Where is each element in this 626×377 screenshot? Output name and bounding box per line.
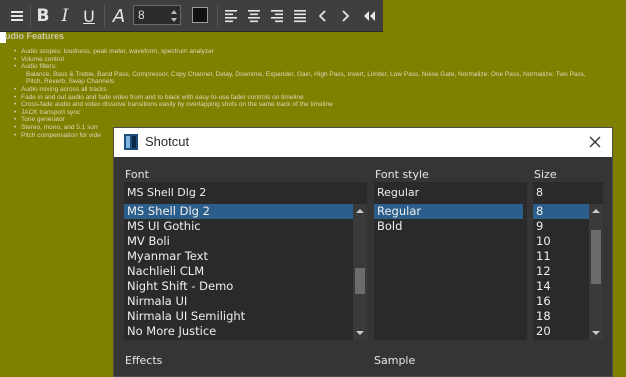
font-style-list[interactable]: Regular Bold bbox=[374, 204, 527, 340]
chevron-right-icon[interactable] bbox=[338, 6, 352, 26]
font-label: Font bbox=[125, 168, 149, 181]
list-item: • Audio filters: Balance, Bass & Treble, … bbox=[14, 63, 626, 86]
font-list-item[interactable]: Myanmar Text bbox=[124, 249, 367, 264]
size-label: Size bbox=[534, 168, 557, 181]
sample-label: Sample bbox=[374, 354, 416, 367]
list-item: • Volume control bbox=[14, 55, 64, 63]
spin-arrows-icon[interactable] bbox=[170, 8, 178, 24]
size-list[interactable]: 8 9 10 11 12 14 16 18 20 bbox=[533, 204, 603, 340]
font-field[interactable]: MS Shell Dlg 2 bbox=[124, 182, 367, 205]
scroll-up-icon[interactable] bbox=[355, 206, 365, 216]
underline-button[interactable]: U bbox=[80, 6, 98, 26]
toolbar-separator bbox=[104, 5, 105, 27]
scroll-thumb[interactable] bbox=[355, 268, 365, 294]
toolbar-separator bbox=[30, 5, 31, 27]
document-heading[interactable]: udio Features bbox=[5, 31, 64, 41]
text-color-swatch[interactable] bbox=[192, 7, 208, 23]
font-style-list-item[interactable]: Regular bbox=[374, 204, 523, 219]
list-item: • Tone generator bbox=[14, 116, 65, 124]
list-subitem: Pitch, Reverb, Swap Channels bbox=[26, 78, 115, 86]
font-list-item[interactable]: Nirmala UI Semilight bbox=[124, 309, 367, 324]
bold-button[interactable]: B bbox=[34, 6, 52, 26]
font-button[interactable]: A bbox=[110, 6, 128, 27]
feature-list[interactable]: • Audio scopes: loudness, peak meter, wav… bbox=[14, 48, 626, 139]
dialog-title: Shotcut bbox=[145, 134, 190, 149]
font-list-item[interactable]: MS UI Gothic bbox=[124, 219, 367, 234]
list-item: • JACK transport sync bbox=[14, 108, 81, 116]
rich-text-toolbar: B I U A 8 bbox=[0, 0, 383, 32]
dialog-titlebar[interactable]: Shotcut bbox=[114, 128, 612, 157]
double-chevron-left-icon[interactable] bbox=[361, 6, 377, 26]
font-list-item[interactable]: MV Boli bbox=[124, 234, 367, 249]
font-style-label: Font style bbox=[375, 168, 429, 181]
list-item: • Cross-fade audio and video dissolve tra… bbox=[14, 101, 333, 109]
list-item: • Audio scopes: loudness, peak meter, wav… bbox=[14, 48, 214, 55]
scroll-up-icon[interactable] bbox=[591, 206, 601, 216]
align-left-icon[interactable] bbox=[223, 6, 239, 26]
hamburger-icon[interactable] bbox=[8, 6, 26, 26]
list-subitem: Balance, Bass & Treble, Band Pass, Compr… bbox=[26, 70, 586, 78]
font-size-value: 8 bbox=[138, 8, 145, 22]
font-list[interactable]: MS Shell Dlg 2 MS UI Gothic MV Boli Myan… bbox=[124, 204, 367, 340]
align-center-icon[interactable] bbox=[246, 6, 262, 26]
size-list-item[interactable]: 8 bbox=[533, 204, 589, 219]
font-list-item[interactable]: No More Justice bbox=[124, 324, 367, 339]
italic-button[interactable]: I bbox=[57, 6, 73, 26]
font-style-field[interactable]: Regular bbox=[374, 182, 527, 205]
font-list-item[interactable]: Nirmala UI bbox=[124, 294, 367, 309]
list-item: • Fade in and out audio and fade video fr… bbox=[14, 93, 304, 101]
size-field[interactable]: 8 bbox=[533, 182, 603, 205]
scroll-down-icon[interactable] bbox=[355, 328, 365, 338]
chevron-left-icon[interactable] bbox=[316, 6, 330, 26]
font-list-item[interactable]: MS Shell Dlg 2 bbox=[124, 204, 367, 219]
toolbar-separator bbox=[217, 5, 218, 27]
font-dialog: Shotcut Font Font style Size MS Shell Dl… bbox=[113, 127, 613, 377]
list-item: • Audio mixing across all tracks bbox=[14, 85, 107, 93]
align-justify-icon[interactable] bbox=[292, 6, 308, 26]
effects-label: Effects bbox=[125, 354, 163, 367]
scroll-thumb[interactable] bbox=[591, 230, 601, 284]
font-list-item[interactable]: Night Shift - Demo bbox=[124, 279, 367, 294]
font-style-list-item[interactable]: Bold bbox=[374, 219, 527, 234]
align-right-icon[interactable] bbox=[269, 6, 285, 26]
close-icon[interactable] bbox=[588, 135, 602, 149]
size-list-scrollbar[interactable] bbox=[589, 204, 603, 340]
font-size-spinbox[interactable]: 8 bbox=[133, 5, 181, 25]
font-list-item[interactable]: Nachlieli CLM bbox=[124, 264, 367, 279]
font-list-scrollbar[interactable] bbox=[353, 204, 367, 340]
shotcut-app-icon bbox=[124, 134, 138, 150]
scroll-down-icon[interactable] bbox=[591, 328, 601, 338]
